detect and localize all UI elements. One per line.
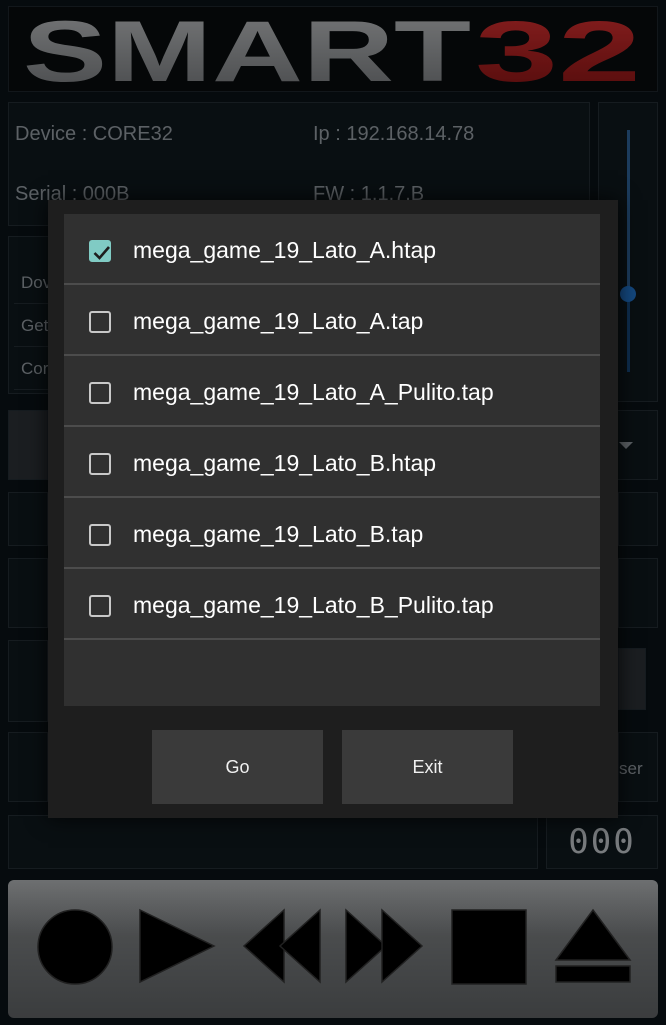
checkbox[interactable]: [89, 311, 111, 333]
file-name: mega_game_19_Lato_A.tap: [133, 308, 424, 334]
file-list-item[interactable]: mega_game_19_Lato_A_Pulito.tap: [64, 356, 600, 427]
file-select-dialog: mega_game_19_Lato_A.htap mega_game_19_La…: [48, 200, 618, 818]
file-list-item[interactable]: mega_game_19_Lato_B_Pulito.tap: [64, 569, 600, 640]
file-list-item[interactable]: mega_game_19_Lato_B.htap: [64, 427, 600, 498]
checkbox[interactable]: [89, 595, 111, 617]
checkbox[interactable]: [89, 453, 111, 475]
file-list: mega_game_19_Lato_A.htap mega_game_19_La…: [64, 214, 600, 706]
file-list-item[interactable]: mega_game_19_Lato_A.htap: [64, 214, 600, 285]
file-name: mega_game_19_Lato_A_Pulito.tap: [133, 379, 494, 405]
exit-button[interactable]: Exit: [342, 730, 513, 804]
file-list-item[interactable]: mega_game_19_Lato_B.tap: [64, 498, 600, 569]
checkmark-icon: [93, 246, 110, 260]
file-list-item[interactable]: mega_game_19_Lato_A.tap: [64, 285, 600, 356]
checkbox-checked[interactable]: [89, 240, 111, 262]
go-button[interactable]: Go: [152, 730, 323, 804]
file-name: mega_game_19_Lato_B.tap: [133, 521, 424, 547]
checkbox[interactable]: [89, 382, 111, 404]
file-name: mega_game_19_Lato_B.htap: [133, 450, 437, 476]
file-name: mega_game_19_Lato_B_Pulito.tap: [133, 592, 494, 618]
checkbox[interactable]: [89, 524, 111, 546]
file-name: mega_game_19_Lato_A.htap: [133, 237, 437, 263]
